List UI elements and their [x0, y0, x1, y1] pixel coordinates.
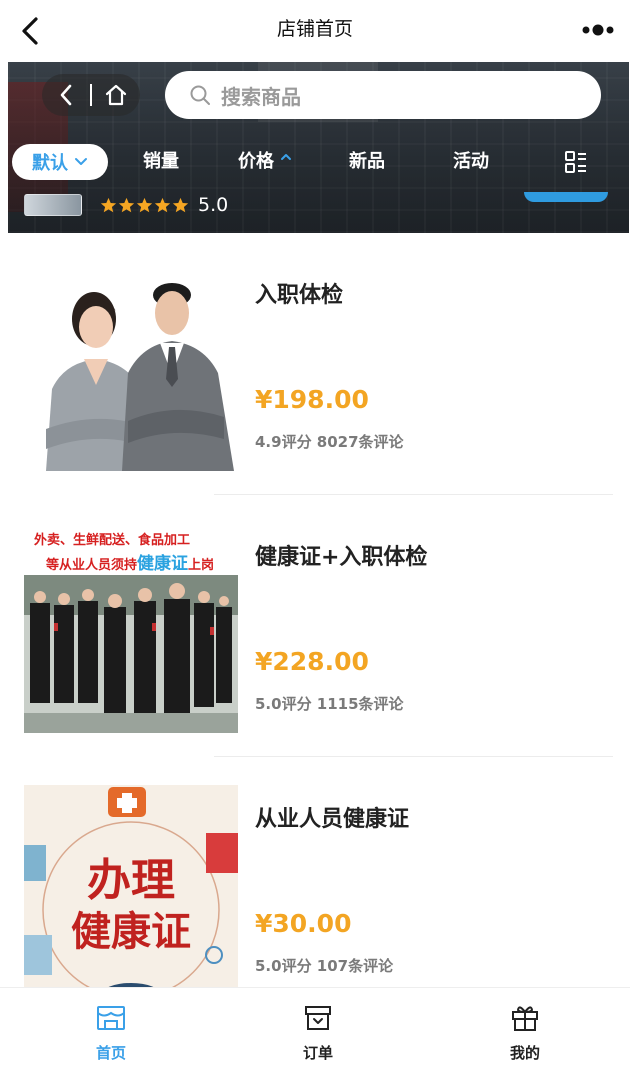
chevron-left-icon: [60, 84, 72, 106]
banner-text-line2b: 健康证: [137, 553, 188, 574]
product-name: 入职体检: [255, 283, 344, 308]
tab-profile-label: 我的: [509, 1044, 540, 1062]
store-header: 搜索商品 默认 销量 价格 新品 活动 5.0: [8, 62, 629, 233]
tab-profile[interactable]: 我的: [465, 1002, 585, 1063]
product-list: 入职体检 ¥198.00 4.9评分 8027条评论 外卖、生鲜配送、食品加工 …: [8, 233, 629, 987]
banner-text-line2a: 等从业人员须持: [45, 557, 137, 573]
search-icon: [190, 85, 210, 105]
rating-stars: [100, 197, 190, 214]
banner-text-line2c: 上岗: [188, 557, 214, 573]
product-price: ¥30.00: [255, 909, 352, 938]
page-title: 店铺首页: [276, 18, 353, 40]
search-placeholder: 搜索商品: [221, 84, 301, 109]
order-box-icon: [305, 1006, 331, 1030]
poster-text-line2: 健康证: [71, 909, 191, 955]
product-image: 外卖、生鲜配送、食品加工 等从业人员须持健康证上岗: [24, 523, 238, 733]
product-image: 办理 健康证: [24, 785, 238, 987]
product-name: 健康证+入职体检: [255, 545, 428, 570]
store-rating: 5.0: [24, 192, 228, 218]
star-icon: [154, 197, 171, 212]
star-icon: [100, 197, 117, 212]
rating-score: 5.0: [198, 194, 229, 216]
sort-price[interactable]: 价格: [238, 144, 292, 180]
sort-default[interactable]: 默认: [12, 144, 108, 180]
sort-bar: 默认 销量 价格 新品 活动: [8, 144, 629, 180]
search-input[interactable]: 搜索商品: [165, 71, 601, 119]
sort-price-label: 价格: [238, 151, 274, 172]
sort-activity[interactable]: 活动: [453, 144, 489, 180]
home-icon: [105, 84, 127, 106]
product-rating-reviews: 5.0评分 1115条评论: [255, 695, 404, 713]
gift-icon: [512, 1006, 538, 1031]
star-icon: [136, 197, 153, 212]
store-logo: [24, 194, 82, 216]
sort-sales[interactable]: 销量: [143, 144, 179, 180]
product-card[interactable]: 入职体检 ¥198.00 4.9评分 8027条评论: [8, 233, 629, 495]
product-price: ¥198.00: [255, 385, 369, 414]
product-card[interactable]: 外卖、生鲜配送、食品加工 等从业人员须持健康证上岗 健康证+入职体检 ¥228.…: [8, 495, 629, 757]
navigation-capsule: [42, 74, 140, 116]
tab-orders[interactable]: 订单: [258, 1002, 378, 1063]
product-rating-reviews: 5.0评分 107条评论: [255, 957, 394, 975]
capsule-back-button[interactable]: [42, 74, 90, 116]
product-name: 从业人员健康证: [255, 807, 410, 832]
star-icon: [118, 197, 135, 212]
star-icon: [172, 197, 189, 212]
tab-home-label: 首页: [95, 1044, 126, 1062]
capsule-home-button[interactable]: [92, 74, 140, 116]
product-card[interactable]: 办理 健康证 从业人员健康证 ¥30.00 5.0评分 107条评论: [8, 757, 629, 987]
banner-text-line1: 外卖、生鲜配送、食品加工: [33, 532, 190, 548]
tab-home[interactable]: 首页: [51, 1002, 171, 1063]
poster-text-line1: 办理: [87, 855, 175, 906]
layout-toggle-icon[interactable]: [564, 150, 588, 174]
product-rating-reviews: 4.9评分 8027条评论: [255, 433, 404, 451]
sort-new[interactable]: 新品: [349, 144, 385, 180]
bottom-tab-bar: 首页 订单 我的: [0, 987, 630, 1072]
product-price: ¥228.00: [255, 647, 369, 676]
follow-button-edge[interactable]: [524, 192, 608, 202]
tab-orders-label: 订单: [302, 1044, 333, 1062]
sort-up-icon: [281, 154, 292, 160]
more-options-icon[interactable]: [580, 22, 616, 38]
chevron-down-icon: [75, 158, 87, 165]
product-image: [24, 261, 238, 471]
top-navigation-bar: 店铺首页: [0, 0, 630, 62]
sort-default-label: 默认: [32, 153, 68, 174]
store-icon: [97, 1006, 125, 1030]
